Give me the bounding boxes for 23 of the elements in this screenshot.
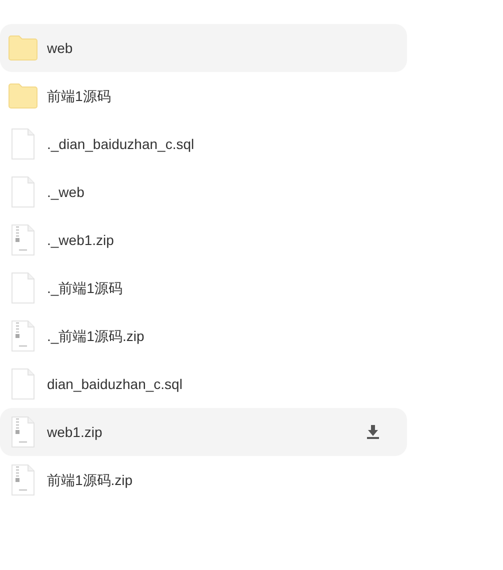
file-row[interactable]: web1.zip	[0, 408, 407, 456]
file-name: ._前端1源码	[47, 278, 124, 298]
file-icon	[11, 128, 35, 160]
file-icon	[11, 272, 35, 304]
file-name: dian_baiduzhan_c.sql	[47, 374, 184, 394]
file-row[interactable]: web	[0, 24, 407, 72]
file-name: ._dian_baiduzhan_c.sql	[47, 134, 196, 154]
file-name: ._前端1源码.zip	[47, 326, 146, 346]
zip-file-icon	[11, 464, 35, 496]
folder-icon	[8, 83, 38, 109]
zip-file-icon	[11, 224, 35, 256]
folder-icon	[8, 35, 38, 61]
file-name: web1.zip	[47, 422, 104, 442]
file-icon	[11, 176, 35, 208]
file-name: ._web	[47, 182, 86, 202]
file-name: ._web1.zip	[47, 230, 115, 250]
download-icon[interactable]	[367, 425, 379, 439]
file-name: web	[47, 38, 74, 58]
zip-file-icon	[11, 320, 35, 352]
file-name: 前端1源码	[47, 86, 112, 106]
file-icon	[11, 368, 35, 400]
zip-file-icon	[11, 416, 35, 448]
file-name: 前端1源码.zip	[47, 470, 134, 490]
